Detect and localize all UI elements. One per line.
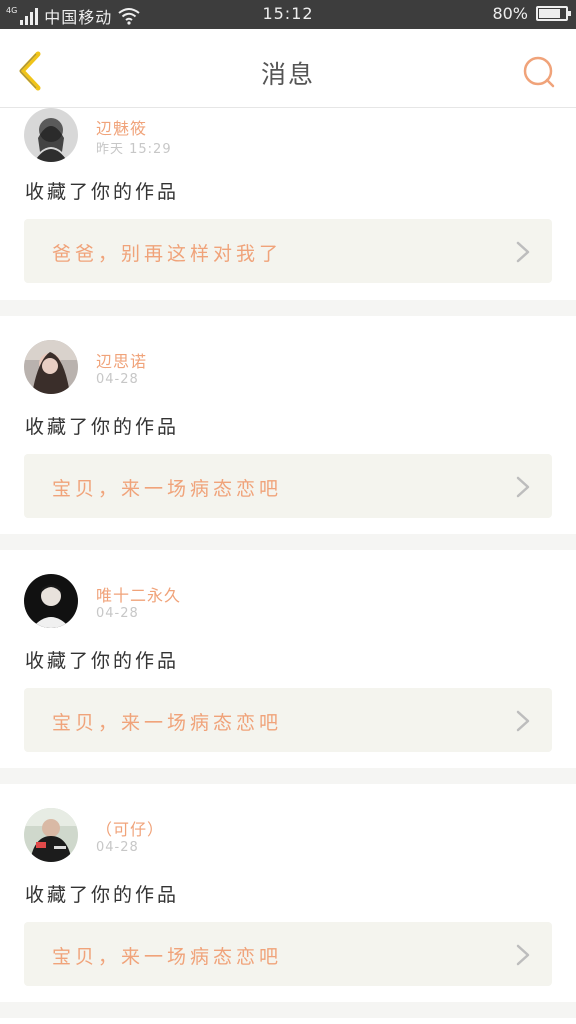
username[interactable]: （可仔） [96, 816, 164, 840]
battery-fill [539, 9, 560, 18]
battery-icon [536, 6, 571, 21]
message-card[interactable] [0, 1018, 576, 1024]
status-time: 15:12 [262, 4, 314, 23]
message-time: 04-28 [96, 606, 139, 621]
status-bar: 4G 中国移动 15:12 80% [0, 0, 576, 29]
message-action: 收藏了你的作品 [25, 884, 180, 906]
app-header: 消息 [0, 29, 576, 108]
message-card[interactable]: 唯十二永久 04-28 收藏了你的作品 宝贝，来一场病态恋吧 [0, 550, 576, 768]
work-title: 宝贝，来一场病态恋吧 [52, 478, 283, 500]
work-title: 宝贝，来一场病态恋吧 [52, 946, 283, 968]
message-action: 收藏了你的作品 [25, 650, 180, 672]
username[interactable]: 辺思诺 [96, 348, 147, 372]
message-card[interactable]: 辺魅筱 昨天 15:29 收藏了你的作品 爸爸，别再这样对我了 [0, 108, 576, 300]
avatar[interactable] [24, 808, 78, 862]
chevron-right-icon [516, 710, 530, 732]
work-link[interactable]: 爸爸，别再这样对我了 [24, 219, 552, 283]
chevron-right-icon [516, 944, 530, 966]
avatar[interactable] [24, 574, 78, 628]
work-link[interactable]: 宝贝，来一场病态恋吧 [24, 688, 552, 752]
message-card[interactable]: 辺思诺 04-28 收藏了你的作品 宝贝，来一场病态恋吧 [0, 316, 576, 534]
message-action: 收藏了你的作品 [25, 181, 180, 203]
username[interactable]: 唯十二永久 [96, 582, 181, 606]
chevron-right-icon [516, 241, 530, 263]
work-link[interactable]: 宝贝，来一场病态恋吧 [24, 454, 552, 518]
message-time: 04-28 [96, 840, 139, 855]
work-title: 爸爸，别再这样对我了 [52, 243, 283, 265]
battery-percent: 80% [492, 4, 528, 23]
search-icon[interactable] [522, 55, 556, 89]
avatar[interactable] [24, 340, 78, 394]
message-card[interactable]: （可仔） 04-28 收藏了你的作品 宝贝，来一场病态恋吧 [0, 784, 576, 1002]
page-title: 消息 [260, 60, 315, 89]
avatar[interactable] [24, 108, 78, 162]
work-link[interactable]: 宝贝，来一场病态恋吧 [24, 922, 552, 986]
message-action: 收藏了你的作品 [25, 416, 180, 438]
work-title: 宝贝，来一场病态恋吧 [52, 712, 283, 734]
message-time: 昨天 15:29 [96, 142, 172, 157]
status-right: 80% [492, 4, 571, 23]
message-time: 04-28 [96, 372, 139, 387]
username[interactable]: 辺魅筱 [96, 115, 147, 139]
chevron-right-icon [516, 476, 530, 498]
message-list[interactable]: 辺魅筱 昨天 15:29 收藏了你的作品 爸爸，别再这样对我了 辺思诺 04-2… [0, 108, 576, 1024]
